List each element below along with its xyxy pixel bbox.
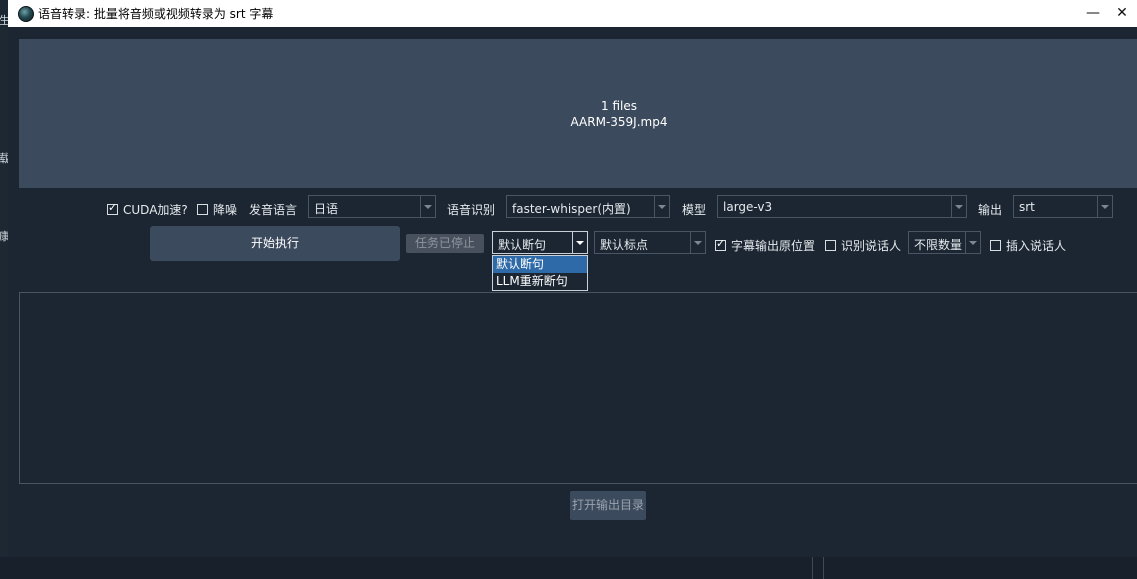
file-count: 1 files	[601, 99, 637, 113]
recognition-value: faster-whisper(内置)	[512, 202, 631, 216]
stop-button[interactable]: 任务已停止	[406, 234, 484, 253]
insert-speaker-label: 插入说话人	[1006, 239, 1067, 253]
model-value: large-v3	[723, 200, 773, 214]
file-drop-zone[interactable]: 1 files AARM-359J.mp4	[19, 39, 1137, 188]
split-mode-value: 默认断句	[498, 238, 547, 252]
chevron-down-icon	[965, 232, 980, 253]
checkbox-unchecked-icon	[825, 240, 836, 251]
window-title: 语音转录: 批量将音频或视频转录为 srt 字幕	[38, 7, 274, 21]
start-button[interactable]: 开始执行	[150, 226, 400, 261]
language-value: 日语	[314, 202, 339, 216]
language-select[interactable]: 日语	[308, 195, 436, 218]
background-app-bottom	[0, 557, 1137, 579]
recognition-select[interactable]: faster-whisper(内置)	[506, 195, 670, 218]
chevron-down-icon	[572, 232, 587, 253]
chevron-down-icon	[690, 232, 705, 253]
subtitle-position-checkbox[interactable]: 字幕输出原位置	[715, 237, 815, 254]
checkbox-unchecked-icon	[990, 240, 1001, 251]
chevron-down-icon	[951, 196, 966, 217]
denoise-checkbox[interactable]: 降噪	[197, 201, 237, 218]
title-bar[interactable]: 语音转录: 批量将音频或视频转录为 srt 字幕 — ✕	[8, 0, 1137, 27]
app-icon	[18, 6, 34, 22]
recognition-label: 语音识别	[447, 203, 496, 217]
output-label: 输出	[978, 203, 1003, 217]
subtitle-position-label: 字幕输出原位置	[731, 239, 816, 253]
open-output-folder-button[interactable]: 打开输出目录	[570, 491, 646, 520]
file-name: AARM-359J.mp4	[570, 115, 668, 129]
speaker-count-select[interactable]: 不限数量	[908, 231, 981, 254]
checkbox-checked-icon	[715, 237, 726, 251]
cuda-label: CUDA加速?	[123, 203, 188, 217]
checkbox-unchecked-icon	[197, 204, 208, 215]
dropdown-option[interactable]: 默认断句	[493, 256, 587, 273]
model-label: 模型	[682, 203, 707, 217]
background-divider	[812, 557, 813, 579]
background-divider	[823, 557, 824, 579]
punctuation-select[interactable]: 默认标点	[594, 231, 706, 254]
denoise-label: 降噪	[213, 203, 238, 217]
punctuation-value: 默认标点	[600, 238, 649, 252]
model-select[interactable]: large-v3	[717, 195, 967, 218]
log-text-area[interactable]	[19, 292, 1137, 484]
split-mode-select[interactable]: 默认断句	[492, 231, 588, 254]
dropdown-option[interactable]: LLM重新断句	[493, 273, 587, 290]
split-mode-dropdown-list: 默认断句 LLM重新断句	[492, 255, 588, 291]
chevron-down-icon	[654, 196, 669, 217]
background-app-strip: 生 载 康	[0, 0, 10, 579]
cuda-checkbox[interactable]: CUDA加速?	[107, 201, 188, 218]
output-value: srt	[1019, 200, 1035, 214]
language-label: 发音语言	[249, 203, 298, 217]
checkbox-checked-icon	[107, 201, 118, 215]
output-select[interactable]: srt	[1013, 195, 1113, 218]
minimize-button[interactable]: —	[1078, 0, 1108, 27]
speaker-count-value: 不限数量	[914, 238, 963, 252]
chevron-down-icon	[420, 196, 435, 217]
insert-speaker-checkbox[interactable]: 插入说话人	[990, 237, 1066, 254]
transcription-window: 语音转录: 批量将音频或视频转录为 srt 字幕 — ✕ 1 files AAR…	[8, 0, 1137, 557]
chevron-down-icon	[1097, 196, 1112, 217]
close-button[interactable]: ✕	[1107, 0, 1137, 27]
speaker-detect-label: 识别说话人	[841, 239, 902, 253]
speaker-detect-checkbox[interactable]: 识别说话人	[825, 237, 901, 254]
